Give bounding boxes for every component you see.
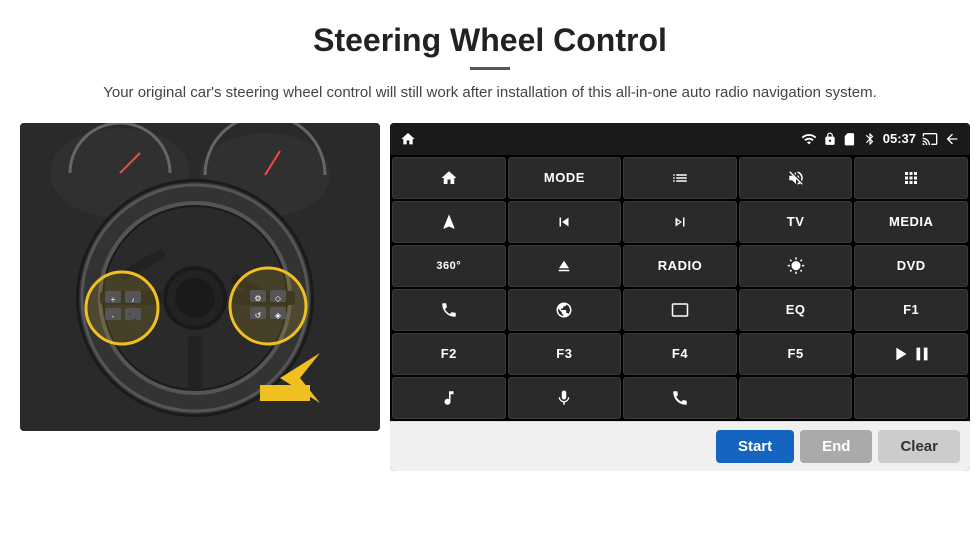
phone-btn[interactable] <box>392 289 506 331</box>
tv-btn[interactable]: TV <box>739 201 853 243</box>
brightness-btn[interactable] <box>739 245 853 287</box>
svg-text:+: + <box>111 295 116 304</box>
radio-btn[interactable]: RADIO <box>623 245 737 287</box>
nav-btn[interactable] <box>392 201 506 243</box>
svg-text:⚙: ⚙ <box>254 294 261 303</box>
dvd-btn[interactable]: DVD <box>854 245 968 287</box>
svg-text:-: - <box>112 312 115 321</box>
callend-btn[interactable] <box>623 377 737 419</box>
f1-btn[interactable]: F1 <box>854 289 968 331</box>
list-btn[interactable] <box>623 157 737 199</box>
screen-btn[interactable] <box>623 289 737 331</box>
cast-icon <box>922 131 938 147</box>
wifi-icon <box>801 131 817 147</box>
start-button[interactable]: Start <box>716 430 794 463</box>
time-display: 05:37 <box>883 131 916 146</box>
playpause-btn[interactable] <box>854 333 968 375</box>
empty-btn-1[interactable] <box>739 377 853 419</box>
subtitle: Your original car's steering wheel contr… <box>0 82 980 105</box>
apps-btn[interactable] <box>854 157 968 199</box>
360cam-btn[interactable]: 360° <box>392 245 506 287</box>
svg-text:◇: ◇ <box>275 294 282 303</box>
home-status-icon <box>400 131 416 147</box>
title-underline <box>470 67 510 70</box>
mute-btn[interactable] <box>739 157 853 199</box>
clear-button[interactable]: Clear <box>878 430 960 463</box>
mode-btn[interactable]: MODE <box>508 157 622 199</box>
lock-icon <box>823 132 837 146</box>
next-btn[interactable] <box>623 201 737 243</box>
prev-btn[interactable] <box>508 201 622 243</box>
music-btn[interactable] <box>392 377 506 419</box>
content-area: + ♪ - 📞 ⚙ ◇ ↺ ◈ <box>0 123 980 471</box>
home-btn[interactable] <box>392 157 506 199</box>
empty-btn-2[interactable] <box>854 377 968 419</box>
svg-text:♪: ♪ <box>131 297 135 304</box>
f3-btn[interactable]: F3 <box>508 333 622 375</box>
page-title: Steering Wheel Control <box>0 0 980 59</box>
media-btn[interactable]: MEDIA <box>854 201 968 243</box>
status-bar-right: 05:37 <box>801 131 960 147</box>
svg-text:↺: ↺ <box>255 311 262 320</box>
f4-btn[interactable]: F4 <box>623 333 737 375</box>
steering-wheel-image: + ♪ - 📞 ⚙ ◇ ↺ ◈ <box>20 123 380 431</box>
button-grid: MODE TV MEDIA 360° <box>390 155 970 421</box>
android-panel: 05:37 MODE <box>390 123 970 471</box>
bottom-bar: Start End Clear <box>390 421 970 471</box>
status-bar: 05:37 <box>390 123 970 155</box>
back-icon <box>944 131 960 147</box>
end-button[interactable]: End <box>800 430 872 463</box>
bluetooth-icon <box>863 132 877 146</box>
f5-btn[interactable]: F5 <box>739 333 853 375</box>
eq-btn[interactable]: EQ <box>739 289 853 331</box>
svg-text:◈: ◈ <box>275 311 282 320</box>
sim-icon <box>843 132 857 146</box>
status-bar-left <box>400 131 416 147</box>
f2-btn[interactable]: F2 <box>392 333 506 375</box>
browser-btn[interactable] <box>508 289 622 331</box>
svg-text:📞: 📞 <box>128 311 138 321</box>
eject-btn[interactable] <box>508 245 622 287</box>
mic-btn[interactable] <box>508 377 622 419</box>
